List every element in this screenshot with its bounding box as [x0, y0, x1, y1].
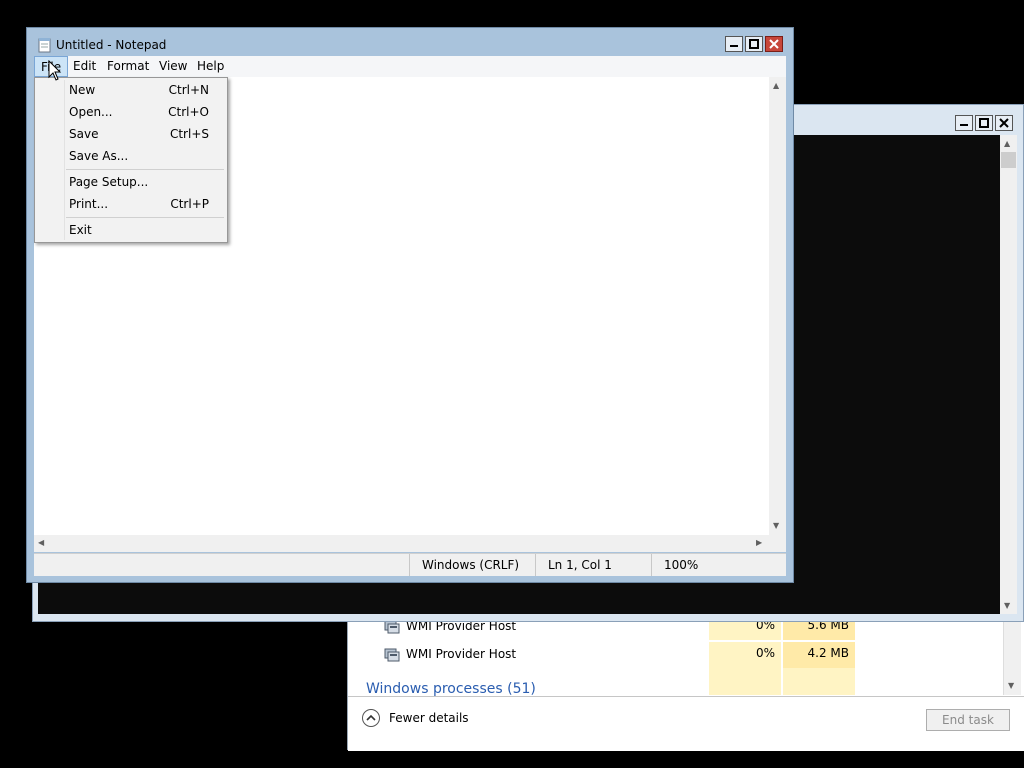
maximize-button[interactable] [975, 115, 993, 131]
menu-view[interactable]: View [153, 56, 193, 77]
menu-gutter [64, 80, 65, 240]
mouse-cursor-icon [48, 59, 62, 85]
memory-column-fill [783, 668, 855, 695]
horizontal-scrollbar[interactable]: ◀ ▶ [34, 535, 769, 552]
menu-item-page-setup[interactable]: Page Setup... [69, 171, 219, 193]
minimize-button[interactable] [955, 115, 973, 131]
maximize-button[interactable] [745, 36, 763, 52]
scroll-right-icon[interactable]: ▶ [756, 539, 762, 547]
menu-separator [66, 217, 224, 218]
menu-item-label: Exit [69, 223, 92, 237]
process-row[interactable]: WMI Provider Host 0% 4.2 MB [348, 642, 1003, 668]
menu-bar: File Edit Format View Help [34, 56, 786, 77]
status-line-ending: Windows (CRLF) [409, 554, 535, 576]
scroll-down-icon[interactable]: ▼ [773, 522, 779, 530]
menu-edit[interactable]: Edit [67, 56, 102, 77]
minimize-button[interactable] [725, 36, 743, 52]
fewer-details-link[interactable]: Fewer details [389, 711, 469, 725]
file-menu-dropdown: New Ctrl+N Open... Ctrl+O Save Ctrl+S Sa… [34, 77, 228, 243]
menu-item-shortcut: Ctrl+P [170, 197, 209, 211]
scroll-down-icon[interactable]: ▼ [1008, 682, 1014, 690]
menu-item-label: Print... [69, 197, 109, 211]
status-bar: Windows (CRLF) Ln 1, Col 1 100% [34, 553, 786, 576]
menu-help[interactable]: Help [191, 56, 230, 77]
task-manager-footer: Fewer details End task [348, 696, 1024, 751]
cpu-column-fill [709, 668, 781, 695]
menu-item-label: New [69, 83, 96, 97]
menu-item-open[interactable]: Open... Ctrl+O [69, 101, 219, 123]
menu-format[interactable]: Format [101, 56, 155, 77]
menu-item-save-as[interactable]: Save As... [69, 145, 219, 167]
close-button[interactable] [995, 115, 1013, 131]
vertical-scrollbar[interactable]: ▲ ▼ [769, 77, 786, 535]
menu-item-label: Save As... [69, 149, 129, 163]
service-host-icon [384, 646, 400, 662]
menu-item-print[interactable]: Print... Ctrl+P [69, 193, 219, 215]
menu-item-exit[interactable]: Exit [69, 219, 219, 241]
menu-item-label: Open... [69, 105, 113, 119]
menu-item-save[interactable]: Save Ctrl+S [69, 123, 219, 145]
notepad-icon [38, 37, 52, 56]
window-title: Untitled - Notepad [56, 38, 167, 52]
group-header-windows-processes[interactable]: Windows processes (51) [366, 681, 536, 697]
process-cpu: 0% [709, 642, 781, 668]
scroll-up-icon[interactable]: ▲ [773, 82, 779, 90]
process-name: WMI Provider Host [406, 647, 517, 661]
process-memory: 4.2 MB [783, 642, 855, 668]
menu-item-label: Page Setup... [69, 175, 149, 189]
menu-item-shortcut: Ctrl+O [168, 105, 209, 119]
status-zoom: 100% [651, 554, 786, 576]
scroll-left-icon[interactable]: ◀ [38, 539, 44, 547]
scrollbar-thumb[interactable] [1001, 152, 1016, 168]
scroll-down-icon[interactable]: ▼ [1004, 602, 1010, 610]
menu-item-shortcut: Ctrl+N [168, 83, 209, 97]
menu-item-new[interactable]: New Ctrl+N [69, 79, 219, 101]
scrollbar-corner [769, 535, 786, 552]
chevron-up-icon[interactable] [362, 709, 380, 727]
close-button[interactable] [765, 36, 783, 52]
menu-item-shortcut: Ctrl+S [169, 127, 209, 141]
end-task-button[interactable]: End task [926, 709, 1010, 731]
menu-item-label: Save [69, 127, 99, 141]
status-cursor-position: Ln 1, Col 1 [535, 554, 651, 576]
console-scrollbar[interactable]: ▲ ▼ [1000, 135, 1017, 614]
scroll-up-icon[interactable]: ▲ [1004, 140, 1010, 148]
menu-separator [66, 169, 224, 170]
